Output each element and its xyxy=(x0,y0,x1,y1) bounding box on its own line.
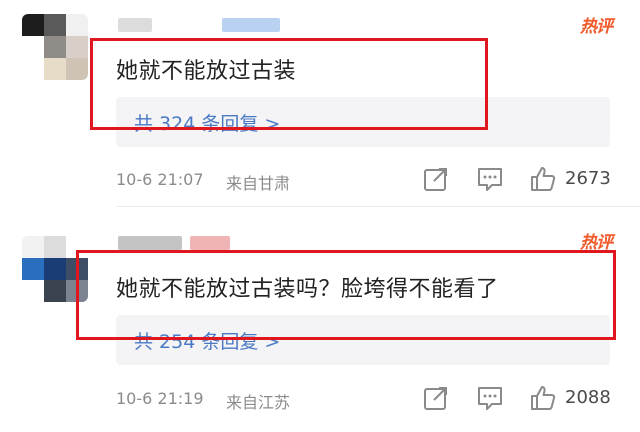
like-count: 2673 xyxy=(565,168,611,189)
comment-timestamp: 10-6 21:19 xyxy=(116,389,204,408)
comment-location: 来自甘肃 xyxy=(226,174,291,193)
share-icon[interactable] xyxy=(423,166,449,192)
comment-timestamp: 10-6 21:07 xyxy=(116,170,204,189)
thumbs-up-icon[interactable] xyxy=(530,166,556,192)
highlight-frame xyxy=(90,38,488,130)
thumbs-up-icon[interactable] xyxy=(530,385,556,411)
comment-item: 热评 共 324 条回复 > 她就不能放过古装 10-6 21:07 来自甘肃 … xyxy=(0,0,640,208)
username-blurred xyxy=(222,18,280,32)
username-blurred[interactable] xyxy=(118,18,152,32)
comment-location: 来自江苏 xyxy=(226,393,291,412)
avatar[interactable] xyxy=(22,14,88,80)
username-blurred[interactable] xyxy=(118,236,182,250)
share-icon[interactable] xyxy=(423,385,449,411)
hot-comment-badge: 热评 xyxy=(580,17,613,37)
comment-item: 热评 共 254 条回复 > 她就不能放过古装吗？脸垮得不能看了 10-6 21… xyxy=(0,208,640,432)
username-blurred xyxy=(190,236,230,250)
divider xyxy=(116,206,640,207)
like-count: 2088 xyxy=(565,387,611,408)
highlight-frame xyxy=(76,250,616,340)
comment-icon[interactable] xyxy=(477,166,503,192)
comment-icon[interactable] xyxy=(477,385,503,411)
